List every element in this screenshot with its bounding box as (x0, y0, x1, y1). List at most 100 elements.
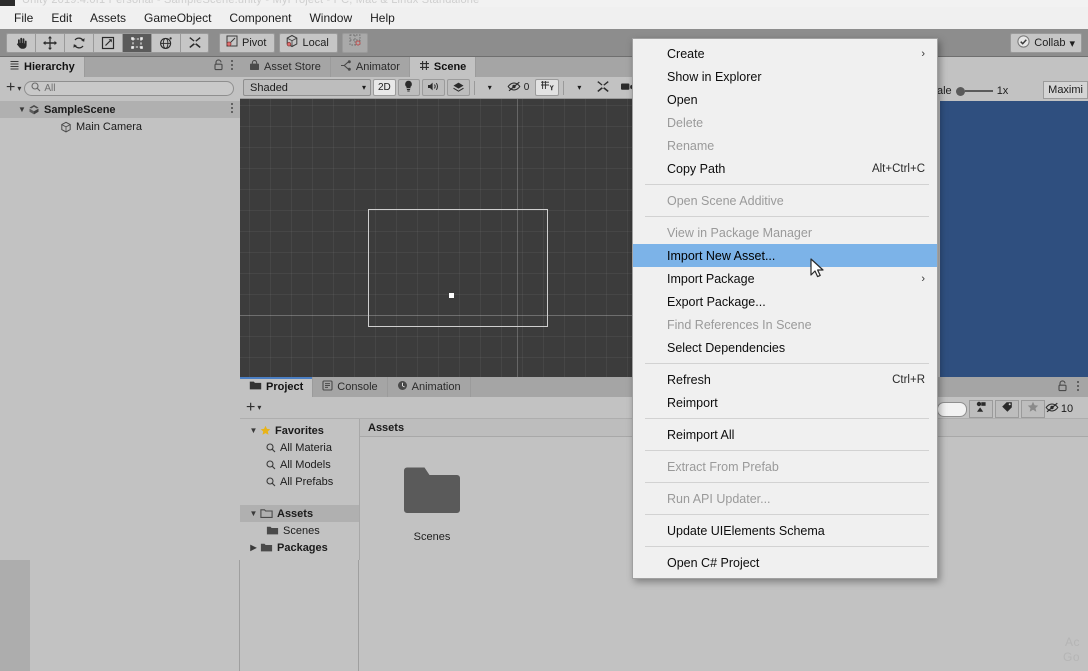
project-tree-all-models[interactable]: All Models (240, 456, 359, 473)
menu-item-label: Show in Explorer (667, 69, 762, 84)
hierarchy-add-button[interactable]: + ▾ (6, 80, 21, 96)
transform-tool-button[interactable] (151, 32, 180, 53)
collab-button[interactable]: Collab ▾ (1010, 33, 1082, 53)
tab-project[interactable]: Project (240, 377, 314, 397)
context-menu-item-open[interactable]: Open (633, 88, 937, 111)
kebab-icon[interactable] (230, 102, 234, 117)
project-tree-assets[interactable]: ▼ Assets (240, 505, 359, 522)
context-menu-item-select-dependencies[interactable]: Select Dependencies (633, 336, 937, 359)
expand-triangle-icon[interactable]: ▼ (248, 509, 259, 518)
tab-label: Animation (411, 381, 461, 393)
assets-context-menu[interactable]: Create › Show in Explorer Open Delete Re… (632, 38, 938, 579)
menu-edit[interactable]: Edit (42, 9, 81, 27)
menu-help[interactable]: Help (361, 9, 404, 27)
kebab-icon[interactable] (1076, 379, 1080, 397)
rect-tool-button[interactable] (122, 32, 151, 53)
menu-item-label: View in Package Manager (667, 225, 812, 240)
asset-type-icon (975, 400, 987, 418)
hierarchy-row-samplescene[interactable]: ▼ SampleScene (0, 101, 240, 118)
project-tree-packages[interactable]: ▶ Packages (240, 539, 359, 556)
menu-window[interactable]: Window (300, 9, 361, 27)
lock-icon[interactable] (213, 58, 224, 76)
local-toggle-button[interactable]: Local (279, 32, 338, 53)
context-menu-item-reimport[interactable]: Reimport (633, 391, 937, 414)
context-menu-item-create[interactable]: Create › (633, 42, 937, 65)
project-tree-all-materials[interactable]: All Materia (240, 439, 359, 456)
game-view-render[interactable] (940, 101, 1088, 377)
menu-assets[interactable]: Assets (81, 9, 135, 27)
menu-component[interactable]: Component (220, 9, 300, 27)
rotate-tool-button[interactable] (64, 32, 93, 53)
tab-console[interactable]: Console (313, 377, 388, 397)
filter-by-label-button[interactable] (995, 400, 1019, 418)
filter-by-type-button[interactable] (969, 400, 993, 418)
store-icon (249, 59, 260, 74)
context-menu-item-refresh[interactable]: Refresh Ctrl+R (633, 368, 937, 391)
menu-item-label: Import Package (667, 271, 755, 286)
menu-file[interactable]: File (5, 9, 42, 27)
hand-tool-button[interactable] (6, 32, 35, 53)
context-menu-item-reimport-all[interactable]: Reimport All (633, 423, 937, 446)
move-tool-button[interactable] (35, 32, 64, 53)
hierarchy-row-maincamera[interactable]: Main Camera (0, 118, 240, 135)
project-right-controls: 10 (937, 377, 1088, 419)
grid-snapping-button[interactable] (535, 79, 560, 96)
project-tree-all-prefabs[interactable]: All Prefabs (240, 473, 359, 490)
toggle-lighting-button[interactable] (397, 79, 420, 96)
project-tree-scenes[interactable]: Scenes (240, 522, 359, 539)
grid-caret-button[interactable]: ▾ (568, 79, 590, 96)
toggle-audio-button[interactable] (421, 79, 445, 96)
tab-animation[interactable]: Animation (387, 377, 471, 397)
project-tree-favorites[interactable]: ▼ Favorites (240, 422, 359, 439)
context-menu-item-extract-from-prefab: Extract From Prefab (633, 455, 937, 478)
expand-triangle-icon[interactable]: ▼ (16, 105, 28, 114)
project-search-input[interactable] (937, 401, 967, 417)
context-menu-item-copy-path[interactable]: Copy Path Alt+Ctrl+C (633, 157, 937, 180)
project-add-button[interactable]: + ▾ (246, 399, 261, 415)
context-menu-item-show-in-explorer[interactable]: Show in Explorer (633, 65, 937, 88)
context-menu-item-open-csharp-project[interactable]: Open C# Project (633, 551, 937, 574)
custom-tool-button[interactable] (180, 32, 209, 53)
kebab-icon[interactable] (230, 58, 234, 76)
expand-triangle-icon[interactable]: ▶ (248, 543, 259, 552)
context-menu-item-open-scene-additive: Open Scene Additive (633, 189, 937, 212)
collab-check-icon (1017, 35, 1030, 51)
context-menu-item-export-package[interactable]: Export Package... (633, 290, 937, 313)
context-menu-item-update-uielements-schema[interactable]: Update UIElements Schema (633, 519, 937, 542)
slider-knob[interactable] (955, 86, 965, 96)
fx-dropdown-button[interactable] (446, 79, 470, 96)
menu-item-label: Delete (667, 115, 704, 130)
hidden-objects-button[interactable]: 0 (503, 79, 534, 96)
scene-tools-button[interactable] (592, 79, 614, 96)
filter-by-favorite-button[interactable] (1021, 400, 1045, 418)
camera-gizmo-handle[interactable] (449, 293, 454, 298)
toggle-2d-button[interactable]: 2D (373, 79, 396, 96)
tab-scene[interactable]: Scene (409, 57, 477, 77)
context-menu-item-import-package[interactable]: Import Package › (633, 267, 937, 290)
hidden-eye-icon (1045, 400, 1060, 418)
expand-triangle-icon[interactable]: ▼ (248, 426, 259, 435)
folder-open-icon (260, 508, 273, 519)
lock-icon[interactable] (1057, 379, 1068, 397)
tab-hierarchy[interactable]: Hierarchy (0, 57, 85, 77)
search-icon (266, 459, 276, 470)
scale-slider[interactable] (955, 86, 993, 96)
menu-separator (645, 363, 929, 364)
tab-animator[interactable]: Animator (330, 57, 410, 77)
maximize-on-play-button[interactable]: Maximi (1043, 81, 1088, 99)
hierarchy-search-input[interactable]: All (24, 80, 234, 96)
menu-gameobject[interactable]: GameObject (135, 9, 220, 27)
shading-mode-dropdown[interactable]: Shaded ▾ (243, 79, 371, 96)
context-menu-item-import-new-asset[interactable]: Import New Asset... (633, 244, 937, 267)
pivot-toggle-button[interactable]: Pivot (219, 32, 276, 53)
panel-divider (358, 560, 359, 671)
fx-caret-button[interactable]: ▾ (479, 79, 501, 96)
hierarchy-row-label: SampleScene (44, 103, 116, 116)
hidden-assets-button[interactable]: 10 (1045, 400, 1073, 418)
grid-snap-button[interactable] (341, 32, 368, 53)
asset-item-scenes[interactable]: Scenes (390, 465, 474, 543)
slider-track[interactable] (964, 90, 993, 92)
menu-separator (645, 482, 929, 483)
tab-asset-store[interactable]: Asset Store (240, 57, 331, 77)
scale-tool-button[interactable] (93, 32, 122, 53)
